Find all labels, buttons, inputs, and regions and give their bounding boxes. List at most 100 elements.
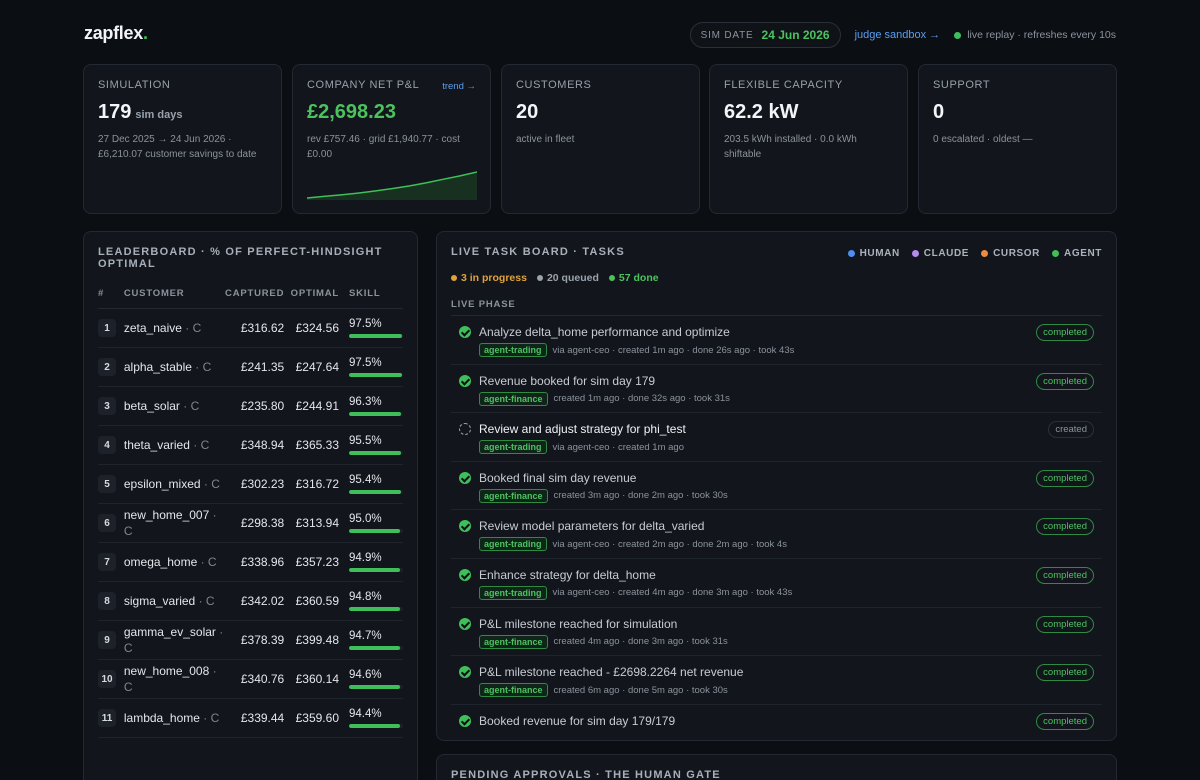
kpi-sub-line: 203.5 kWh installed · 0.0 kWh [724,134,857,145]
check-circle-icon [459,617,471,630]
skill-cell: 97.5% [343,308,403,348]
captured-cell: £298.38 [225,503,289,543]
leaderboard-row[interactable]: 3 beta_solar · C £235.80 £244.91 96.3% [98,386,403,426]
judge-sandbox-link[interactable]: judge sandbox → [855,29,941,41]
legend-item: CURSOR [981,248,1040,259]
kpi-sub: active in fleet [516,134,575,145]
task-item[interactable]: Review and adjust strategy for phi_test a… [451,413,1102,462]
pending-approvals-title: PENDING APPROVALS · THE HUMAN GATE [451,769,721,780]
kpi-sub-line: £6,210.07 customer savings to date [98,149,257,160]
agent-tag: agent-finance [479,488,548,503]
optimal-cell: £399.48 [288,620,343,660]
status-badge: completed [1036,324,1094,341]
leaderboard-panel: LEADERBOARD · % OF PERFECT-HINDSIGHT OPT… [83,231,418,780]
customer-tier: · C [185,321,202,335]
captured-cell: £316.62 [225,308,289,348]
leaderboard-row[interactable]: 5 epsilon_mixed · C £302.23 £316.72 95.4% [98,464,403,504]
trend-link[interactable]: trend → [442,81,476,92]
customer-name: theta_varied [123,438,190,452]
customer-tier: · C [198,594,215,608]
live-status-text: live replay · refreshes every 10s [967,29,1116,41]
task-item[interactable]: Booked revenue for sim day 179/179 comple… [451,705,1102,754]
captured-cell: £241.35 [225,347,289,387]
customer-name: epsilon_mixed [123,477,201,491]
rank-cell: 4 [98,425,124,465]
col-captured: CAPTURED [225,288,289,309]
agent-tag: agent-finance [479,683,548,698]
optimal-cell: £360.59 [288,581,343,621]
task-title: Revenue booked for sim day 179 [479,373,656,388]
skill-cell: 95.5% [343,425,403,465]
task-item[interactable]: P&L milestone reached for simulation agen… [451,608,1102,657]
leaderboard-row[interactable]: 2 alpha_stable · C £241.35 £247.64 97.5% [98,347,403,387]
status-badge: completed [1036,664,1094,682]
legend-dot-icon [981,250,989,257]
topbar: SIM DATE 24 Jun 2026 judge sandbox → liv… [689,22,1116,48]
skill-bar [349,529,403,533]
skill-value: 94.9% [349,552,382,564]
task-item[interactable]: P&L milestone reached - £2698.2264 net r… [451,656,1102,705]
rank-cell: 10 [98,659,124,699]
leaderboard-row[interactable]: 7 omega_home · C £338.96 £357.23 94.9% [98,542,403,582]
check-circle-icon [459,714,471,727]
customer-name: new_home_007 [123,508,210,522]
rank-cell: 1 [98,308,124,348]
customer-cell: gamma_ev_solar · C [123,620,226,660]
leaderboard-row[interactable]: 4 theta_varied · C £348.94 £365.33 95.5% [98,425,403,465]
kpi-label: CUSTOMERS [516,79,592,91]
optimal-cell: £357.23 [288,542,343,582]
skill-bar [349,646,403,650]
captured-cell: £340.76 [225,659,289,699]
rank-cell: 7 [98,542,124,582]
customer-cell: beta_solar · C [123,386,226,426]
task-stat-label: 3 in progress [461,272,527,284]
brand-logo[interactable]: zapflex. [84,23,148,44]
leaderboard-row[interactable]: 10 new_home_008 · C £340.76 £360.14 94.6% [98,659,403,699]
agent-tag: agent-finance [479,634,548,649]
rank-cell: 2 [98,347,124,387]
kpi-sub: 203.5 kWh installed · 0.0 kWh shiftable [724,132,893,162]
optimal-cell: £360.14 [288,659,343,699]
customer-name: new_home_008 [123,664,210,678]
task-title: Review and adjust strategy for phi_test [479,422,686,437]
task-item[interactable]: Review model parameters for delta_varied… [451,510,1102,559]
task-title: Review model parameters for delta_varied [479,519,705,534]
kpi-value: £2,698.23 [307,101,396,123]
skill-bar-fill [349,451,401,455]
rank-cell: 11 [98,698,124,738]
task-meta: agent-trading via agent-ceo · created 1m … [479,343,1102,357]
kpi-sub-line: 27 Dec 2025 → 24 Jun 2026 · [98,134,232,145]
skill-cell: 94.8% [343,581,403,621]
leaderboard-row[interactable]: 6 new_home_007 · C £298.38 £313.94 95.0% [98,503,403,543]
leaderboard-row[interactable]: 9 gamma_ev_solar · C £378.39 £399.48 94.7% [98,620,403,660]
task-item[interactable]: Analyze delta_home performance and optim… [451,316,1102,365]
optimal-cell: £359.60 [288,698,343,738]
task-board-panel: LIVE TASK BOARD · TASKS HUMAN CLAUDE CURSO… [436,231,1117,741]
task-stat-label: 20 queued [546,272,599,284]
task-meta: agent-finance created 6m ago · done 5m ag… [479,683,1102,698]
task-item[interactable]: Revenue booked for sim day 179 agent-fina… [451,365,1102,414]
legend-dot-icon [911,250,919,257]
leaderboard-row[interactable]: 1 zeta_naive · C £316.62 £324.56 97.5% [98,308,403,348]
kpi-label: FLEXIBLE CAPACITY [724,79,843,91]
captured-cell: £302.23 [225,464,289,504]
skill-bar-fill [349,529,401,533]
col-rank: # [98,288,124,309]
skill-cell: 95.0% [343,503,403,543]
stat-dot-icon [536,275,543,281]
leaderboard-row[interactable]: 8 sigma_varied · C £342.02 £360.59 94.8% [98,581,403,621]
task-title: Analyze delta_home performance and optim… [479,325,730,339]
customer-cell: alpha_stable · C [123,347,226,387]
task-item[interactable]: Booked final sim day revenue agent-financ… [451,462,1102,511]
sim-date-label: SIM DATE [700,29,754,41]
status-badge: completed [1036,712,1094,730]
task-meta-text: created 3m ago · done 2m ago · took 30s [553,490,728,502]
rank-badge: 5 [98,475,116,493]
col-skill: SKILL [343,288,403,309]
rank-badge: 9 [98,631,116,649]
leaderboard-row[interactable]: 11 lambda_home · C £339.44 £359.60 94.4% [98,698,403,738]
task-item[interactable]: Enhance strategy for delta_home agent-tra… [451,559,1102,608]
customer-tier: · C [195,360,212,374]
customer-cell: omega_home · C [123,542,226,582]
skill-bar-fill [349,724,400,728]
